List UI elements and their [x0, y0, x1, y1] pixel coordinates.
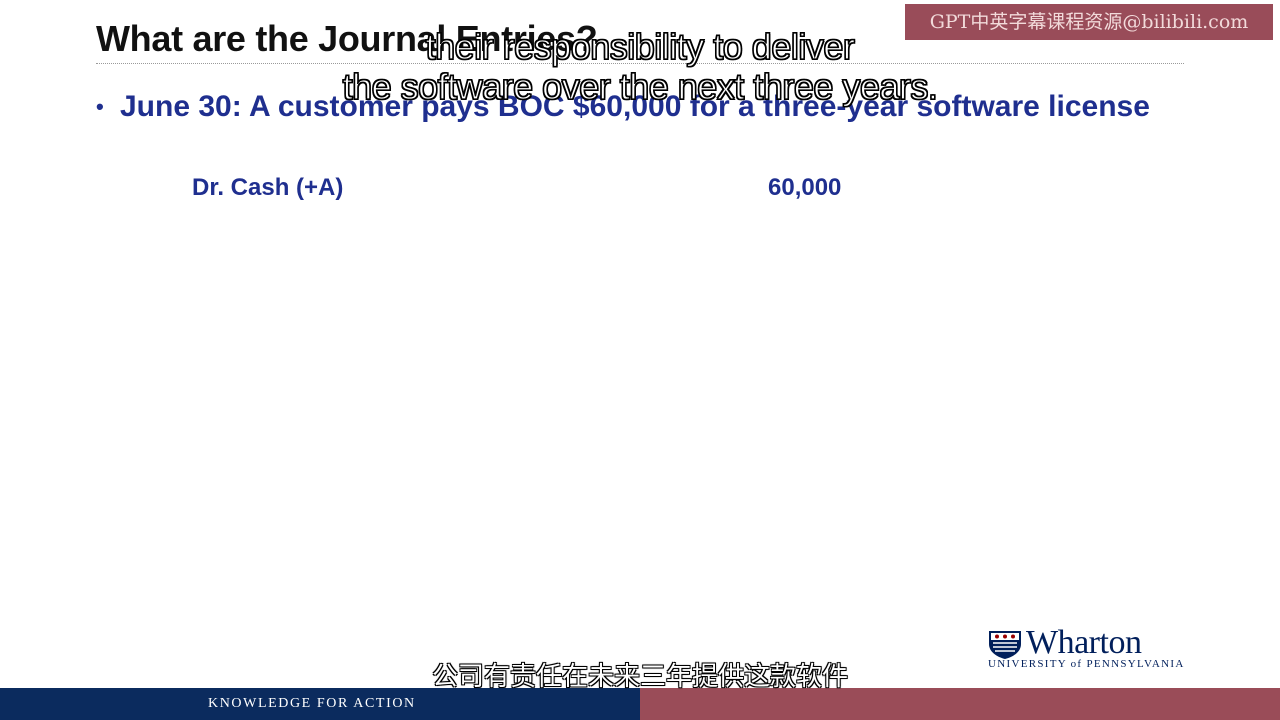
english-subtitle: their responsibility to deliver the soft… [0, 26, 1280, 108]
journal-entry-amount: 60,000 [768, 174, 842, 201]
english-subtitle-line-1: their responsibility to deliver [425, 26, 855, 67]
english-subtitle-line-2: the software over the next three years. [342, 66, 939, 107]
footer-tagline: KNOWLEDGE FOR ACTION [208, 696, 416, 711]
chinese-subtitle: 公司有责任在未来三年提供这款软件 [431, 662, 848, 692]
penn-shield-icon [989, 631, 1021, 659]
lecture-slide: What are the Journal Entries? • June 30:… [0, 0, 1280, 720]
logo-wordmark: Wharton [1026, 624, 1142, 661]
journal-entry-account: Dr. Cash (+A) [192, 174, 344, 201]
